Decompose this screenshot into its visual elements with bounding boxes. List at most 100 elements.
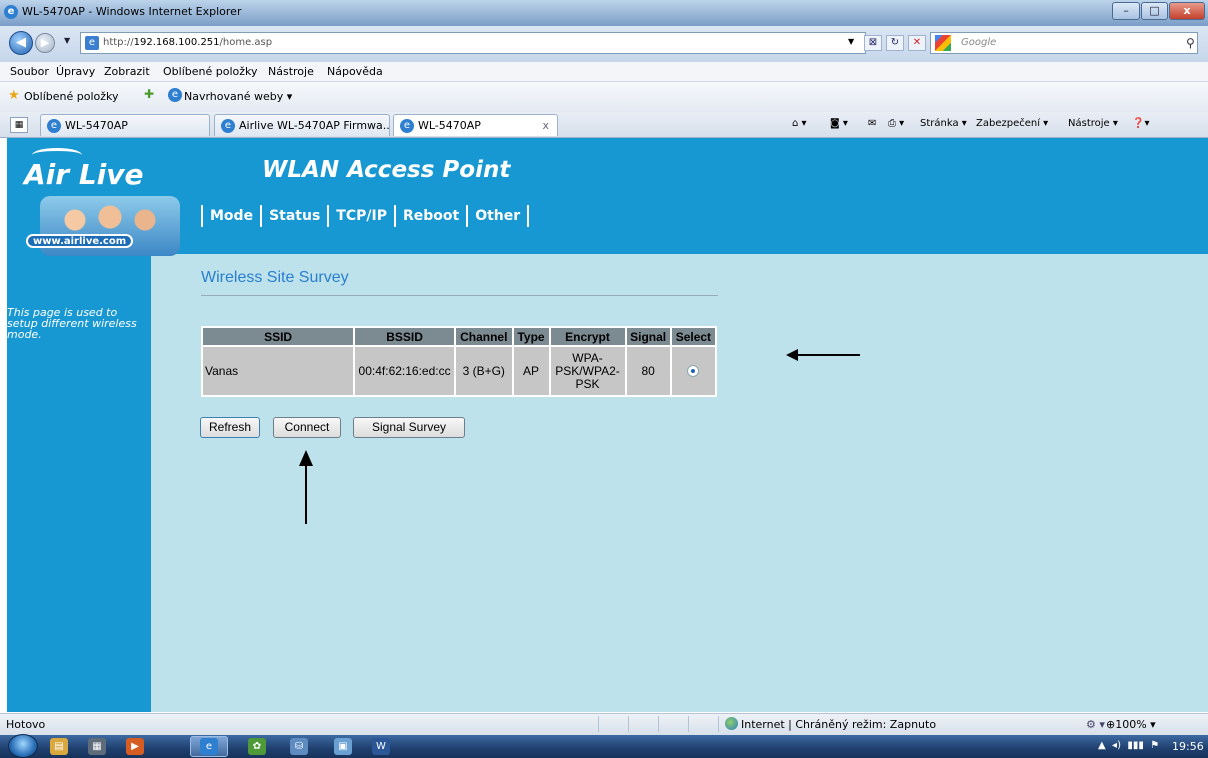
menu-tools[interactable]: Nástroje <box>268 65 314 78</box>
zoom-value: 100% <box>1115 718 1147 731</box>
favorites-button[interactable]: Oblíbené položky <box>24 90 119 103</box>
app-icon[interactable]: ✿ <box>248 738 266 755</box>
zoom-icon: ⊕ <box>1106 718 1116 731</box>
suggested-sites-button[interactable]: Navrhované weby ▾ <box>184 90 292 103</box>
favorites-star-icon[interactable]: ★ <box>8 88 20 103</box>
annotation-arrowhead-up <box>299 450 313 466</box>
column-header-encrypt: Encrypt <box>550 328 625 345</box>
stop-icon[interactable]: ✕ <box>908 35 926 51</box>
nav-other[interactable]: Other <box>466 205 530 227</box>
refresh-button[interactable]: Refresh <box>200 417 260 438</box>
column-header-ssid: SSID <box>203 328 354 345</box>
protected-mode-icon[interactable]: ⚙ ▾ <box>1086 718 1105 731</box>
select-radio[interactable] <box>687 365 700 378</box>
tab-airlive-firmware[interactable]: e Airlive WL-5470AP Firmwa... <box>214 114 390 136</box>
cell-encrypt: WPA-PSK/WPA2-PSK <box>550 347 625 395</box>
refresh-icon[interactable]: ↻ <box>886 35 904 51</box>
print-icon[interactable]: ⎙ ▾ <box>888 118 904 129</box>
quick-tabs-icon[interactable]: ▦ <box>10 117 28 133</box>
menu-edit[interactable]: Úpravy <box>56 65 95 78</box>
cell-ssid: Vanas <box>203 347 354 395</box>
close-tab-icon[interactable]: x <box>542 119 549 132</box>
ie-icon: e <box>47 119 61 133</box>
url-path: /home.asp <box>219 37 273 48</box>
column-header-signal: Signal <box>626 328 670 345</box>
clock[interactable]: 19:56 <box>1172 740 1204 753</box>
ie-icon: e <box>168 88 182 102</box>
status-divider <box>688 716 689 732</box>
column-header-select: Select <box>671 328 715 345</box>
search-input[interactable]: Google <box>930 32 1198 54</box>
media-player-icon[interactable]: ▶ <box>126 738 144 755</box>
minimize-button[interactable]: – <box>1112 2 1140 20</box>
heading-divider <box>201 295 718 296</box>
tab-wl5470ap[interactable]: e WL-5470AP <box>40 114 210 136</box>
ie-icon: e <box>4 5 18 19</box>
system-tray-icons[interactable]: ▲ ◂) ▮▮▮ ⚑ <box>1098 740 1159 751</box>
column-header-bssid: BSSID <box>355 328 454 345</box>
tab-label: Airlive WL-5470AP Firmwa... <box>239 119 390 132</box>
address-bar[interactable]: e http://192.168.100.251/home.asp <box>80 32 866 54</box>
ie-icon: e <box>200 738 218 755</box>
feeds-icon[interactable]: ◙ ▾ <box>830 118 848 129</box>
signal-survey-button[interactable]: Signal Survey <box>353 417 465 438</box>
tab-label: WL-5470AP <box>65 119 128 132</box>
window-app-icon[interactable]: ▣ <box>334 738 352 755</box>
close-window-button[interactable]: x <box>1169 2 1205 20</box>
calculator-icon[interactable]: ▦ <box>88 738 106 755</box>
cell-bssid: 00:4f:62:16:ed:cc <box>355 347 454 395</box>
column-header-channel: Channel <box>456 328 512 345</box>
security-zone[interactable]: Internet | Chráněný režim: Zapnuto <box>741 718 936 731</box>
address-dropdown-icon[interactable]: ▼ <box>848 37 854 46</box>
mail-icon[interactable]: ✉ <box>868 118 876 129</box>
word-icon[interactable]: W <box>372 738 390 755</box>
logo-url: www.airlive.com <box>26 234 134 248</box>
status-bar <box>0 713 1208 735</box>
compatibility-icon[interactable]: ⊠ <box>864 35 882 51</box>
explorer-icon[interactable]: ▤ <box>50 738 68 755</box>
address-url[interactable]: http://192.168.100.251/home.asp <box>103 37 272 48</box>
menu-view[interactable]: Zobrazit <box>104 65 150 78</box>
ie-icon: e <box>221 119 235 133</box>
security-menu[interactable]: Zabezpečení ▾ <box>976 118 1048 129</box>
connect-button[interactable]: Connect <box>273 417 341 438</box>
tab-active-wl5470ap[interactable]: e WL-5470AP x <box>393 114 558 136</box>
page-menu[interactable]: Stránka ▾ <box>920 118 967 129</box>
status-divider <box>718 716 719 732</box>
nav-status[interactable]: Status <box>260 205 327 227</box>
status-divider <box>658 716 659 732</box>
status-text: Hotovo <box>6 718 46 731</box>
annotation-arrow-up <box>305 462 307 524</box>
forward-button[interactable]: ▶ <box>35 33 55 53</box>
airlive-logo: Air Live www.airlive.com <box>18 144 180 256</box>
help-icon[interactable]: ❓▾ <box>1132 118 1149 129</box>
globe-icon <box>725 717 738 730</box>
nav-mode[interactable]: Mode <box>201 205 260 227</box>
main-nav: Mode Status TCP/IP Reboot Other <box>201 205 530 227</box>
add-favorite-icon[interactable]: ✚ <box>138 87 160 105</box>
tab-label: WL-5470AP <box>418 119 481 132</box>
page-title: Wireless Site Survey <box>201 269 349 286</box>
maximize-button[interactable]: □ <box>1141 2 1168 20</box>
annotation-arrowhead-left <box>786 349 798 361</box>
search-icon[interactable]: ⚲ <box>1186 36 1195 50</box>
home-icon[interactable]: ⌂ ▾ <box>792 118 807 129</box>
ie-icon: e <box>400 119 414 133</box>
nav-tcpip[interactable]: TCP/IP <box>327 205 394 227</box>
menu-help[interactable]: Nápověda <box>327 65 383 78</box>
status-divider <box>598 716 599 732</box>
menu-file[interactable]: Soubor <box>10 65 49 78</box>
annotation-arrow-left <box>788 354 860 356</box>
start-button[interactable] <box>8 734 38 758</box>
windows-taskbar <box>0 735 1208 758</box>
tools-menu[interactable]: Nástroje ▾ <box>1068 118 1118 129</box>
back-button[interactable]: ◀ <box>9 31 33 55</box>
zoom-level[interactable]: ⊕100% ▾ <box>1106 718 1156 731</box>
network-app-icon[interactable]: ⛁ <box>290 738 308 755</box>
zoom-dropdown-icon: ▾ <box>1146 718 1156 731</box>
cell-type: AP <box>513 347 549 395</box>
nav-reboot[interactable]: Reboot <box>393 205 466 227</box>
menu-favorites[interactable]: Oblíbené položky <box>163 65 258 78</box>
history-dropdown-icon[interactable]: ▼ <box>64 36 70 45</box>
url-scheme: http:// <box>103 37 134 48</box>
